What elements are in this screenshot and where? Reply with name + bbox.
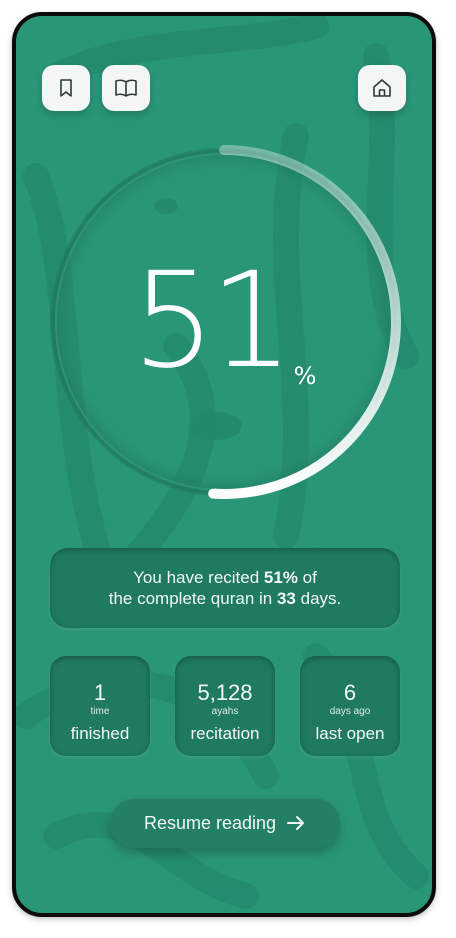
stat-finished-card: 1 time finished [50,656,150,756]
open-book-icon [115,79,137,97]
stat-value: 6 [343,680,357,705]
summary-line-1: You have recited 51% of [133,568,317,587]
progress-unit: % [293,362,317,390]
recitation-summary: You have recited 51% of the complete qur… [50,548,400,628]
home-icon [373,79,391,97]
bookmark-button[interactable] [42,65,90,111]
summary-line-2: the complete quran in 33 days. [108,589,342,608]
progress-value: 51 [131,244,294,398]
stat-sublabel: days ago [329,706,371,717]
arrow-right-icon [286,815,306,831]
stat-value: 5,128 [197,680,253,705]
resume-reading-label: Resume reading [143,812,277,833]
resume-reading-button[interactable]: Resume reading [110,798,340,848]
stat-label: recitation [190,724,260,743]
progress-percentage: 51 % [46,144,402,500]
home-button[interactable] [358,65,406,111]
quran-book-button[interactable] [102,65,150,111]
stat-label: finished [70,724,130,743]
app-screen: 51 % You have recited 51% of the complet… [12,12,436,917]
stat-value: 1 [93,680,107,705]
stat-sublabel: time [90,706,110,717]
stat-recitation-card: 5,128 ayahs recitation [175,656,275,756]
stat-sublabel: ayahs [211,706,239,717]
bookmark-icon [60,79,72,97]
progress-ring: 51 % [46,144,402,500]
stat-last-open-card: 6 days ago last open [300,656,400,756]
stat-label: last open [315,724,385,743]
